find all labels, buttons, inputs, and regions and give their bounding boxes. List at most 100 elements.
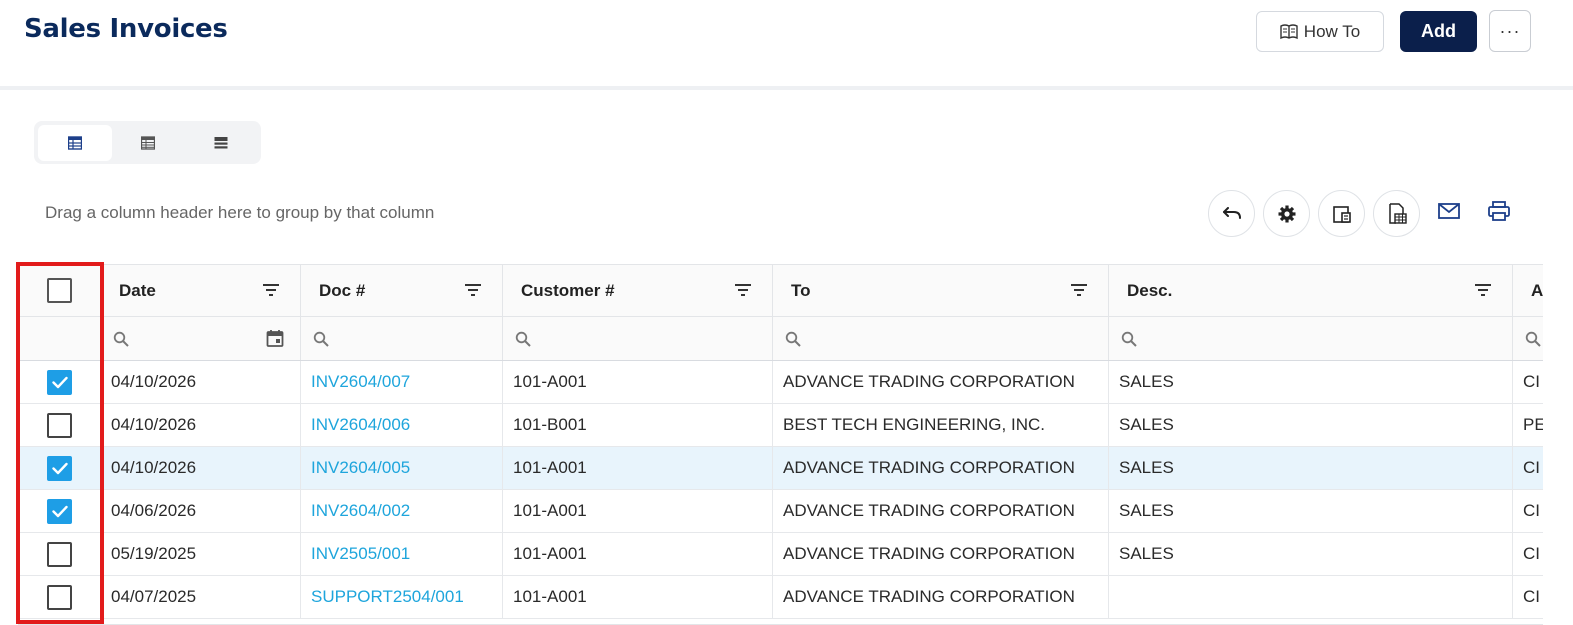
row-checkbox[interactable] <box>47 584 72 610</box>
book-icon <box>1280 23 1298 39</box>
row-checkbox[interactable] <box>47 541 72 567</box>
cell-to: ADVANCE TRADING CORPORATION <box>773 447 1109 489</box>
table-row[interactable]: 04/06/2026 INV2604/002 101-A001 ADVANCE TRA… <box>19 490 1543 533</box>
table-row[interactable]: 04/07/2025 SUPPORT2504/001 101-A001 ADVANCE… <box>19 576 1543 619</box>
cell-desc: SALES <box>1109 447 1513 489</box>
search-icon <box>785 331 801 347</box>
column-label: Customer # <box>521 280 615 300</box>
checkmark-icon <box>51 505 68 517</box>
select-all-checkbox[interactable] <box>47 278 72 303</box>
cell-date: 04/07/2025 <box>101 576 301 618</box>
row-select-cell <box>19 576 101 618</box>
cell-customer: 101-A001 <box>503 576 773 618</box>
more-options-button[interactable]: ··· <box>1489 10 1531 52</box>
row-select-cell <box>19 490 101 532</box>
undo-icon <box>1222 206 1241 219</box>
settings-icon <box>1278 205 1295 222</box>
search-icon <box>1525 331 1541 347</box>
to-filter-input[interactable] <box>773 317 1109 360</box>
cell-customer: 101-A001 <box>503 447 773 489</box>
column-header-to[interactable]: To <box>773 265 1109 316</box>
cell-date: 04/10/2026 <box>101 361 301 403</box>
cell-extra: PE <box>1513 404 1543 446</box>
page-header: Sales Invoices How To Add ··· <box>0 0 1573 86</box>
print-button[interactable] <box>1486 198 1512 224</box>
add-button[interactable]: Add <box>1400 11 1477 52</box>
cell-date: 04/06/2026 <box>101 490 301 532</box>
compact-table-view-icon <box>141 136 155 150</box>
cell-doc[interactable]: INV2505/001 <box>301 533 503 575</box>
cell-date: 04/10/2026 <box>101 447 301 489</box>
cell-desc: SALES <box>1109 361 1513 403</box>
export-excel-button[interactable] <box>1373 190 1420 237</box>
filter-icon[interactable] <box>262 283 280 297</box>
print-icon <box>1488 201 1510 221</box>
column-header-desc[interactable]: Desc. <box>1109 265 1513 316</box>
calendar-icon[interactable] <box>266 329 284 347</box>
column-header-date[interactable]: Date <box>101 265 301 316</box>
table-view-icon <box>68 136 82 150</box>
filter-icon[interactable] <box>464 283 482 297</box>
cell-desc <box>1109 576 1513 618</box>
cell-date: 05/19/2025 <box>101 533 301 575</box>
filter-icon[interactable] <box>734 283 752 297</box>
column-label: Desc. <box>1127 280 1173 300</box>
how-to-label: How To <box>1303 21 1361 41</box>
column-label: To <box>791 280 811 300</box>
filter-icon[interactable] <box>1474 283 1492 297</box>
filter-icon[interactable] <box>1070 283 1088 297</box>
column-header-customer[interactable]: Customer # <box>503 265 773 316</box>
cell-extra: CI <box>1513 490 1543 532</box>
row-checkbox[interactable] <box>47 412 72 438</box>
compact-table-view-button[interactable] <box>111 125 185 161</box>
how-to-button[interactable]: How To <box>1256 11 1384 52</box>
table-row[interactable]: 04/10/2026 INV2604/005 101-A001 ADVANCE TRA… <box>19 447 1543 490</box>
export-excel-icon <box>1388 202 1407 224</box>
search-icon <box>515 331 531 347</box>
cell-doc[interactable]: INV2604/007 <box>301 361 503 403</box>
extra-filter-input[interactable] <box>1513 317 1543 360</box>
cell-to: ADVANCE TRADING CORPORATION <box>773 361 1109 403</box>
cell-doc[interactable]: INV2604/005 <box>301 447 503 489</box>
search-icon <box>1121 331 1137 347</box>
row-checkbox[interactable] <box>47 455 72 481</box>
table-view-button[interactable] <box>38 125 112 161</box>
page-title: Sales Invoices <box>24 14 228 44</box>
list-view-button[interactable] <box>184 125 258 161</box>
search-icon <box>113 331 129 347</box>
grid-filter-row <box>19 317 1543 361</box>
grid-header-row: Date Doc # Customer # To Desc. A <box>19 265 1543 317</box>
list-view-icon <box>214 137 228 149</box>
cell-doc[interactable]: INV2604/002 <box>301 490 503 532</box>
column-label: A <box>1531 280 1543 300</box>
table-row[interactable]: 05/19/2025 INV2505/001 101-A001 ADVANCE TRA… <box>19 533 1543 576</box>
header-select-cell <box>19 265 101 316</box>
table-row[interactable]: 04/10/2026 INV2604/006 101-B001 BEST TECH E… <box>19 404 1543 447</box>
cell-doc[interactable]: SUPPORT2504/001 <box>301 576 503 618</box>
column-chooser-icon <box>1332 205 1351 223</box>
column-chooser-button[interactable] <box>1318 190 1365 237</box>
checkmark-icon <box>51 462 68 474</box>
row-checkbox[interactable] <box>47 369 72 395</box>
column-header-doc[interactable]: Doc # <box>301 265 503 316</box>
email-button[interactable] <box>1436 198 1462 224</box>
cell-doc[interactable]: INV2604/006 <box>301 404 503 446</box>
desc-filter-input[interactable] <box>1109 317 1513 360</box>
row-checkbox[interactable] <box>47 498 72 524</box>
cell-desc: SALES <box>1109 533 1513 575</box>
date-filter-input[interactable] <box>101 317 301 360</box>
checkmark-icon <box>51 376 68 388</box>
cell-desc: SALES <box>1109 490 1513 532</box>
column-label: Date <box>119 280 156 300</box>
customer-filter-input[interactable] <box>503 317 773 360</box>
column-header-extra[interactable]: A <box>1513 265 1543 316</box>
doc-filter-input[interactable] <box>301 317 503 360</box>
cell-desc: SALES <box>1109 404 1513 446</box>
undo-button[interactable] <box>1208 190 1255 237</box>
row-select-cell <box>19 404 101 446</box>
invoices-grid: Date Doc # Customer # To Desc. A 04/10/2… <box>18 264 1543 625</box>
cell-customer: 101-A001 <box>503 490 773 532</box>
cell-to: ADVANCE TRADING CORPORATION <box>773 533 1109 575</box>
table-row[interactable]: 04/10/2026 INV2604/007 101-A001 ADVANCE TRA… <box>19 361 1543 404</box>
settings-button[interactable] <box>1263 190 1310 237</box>
